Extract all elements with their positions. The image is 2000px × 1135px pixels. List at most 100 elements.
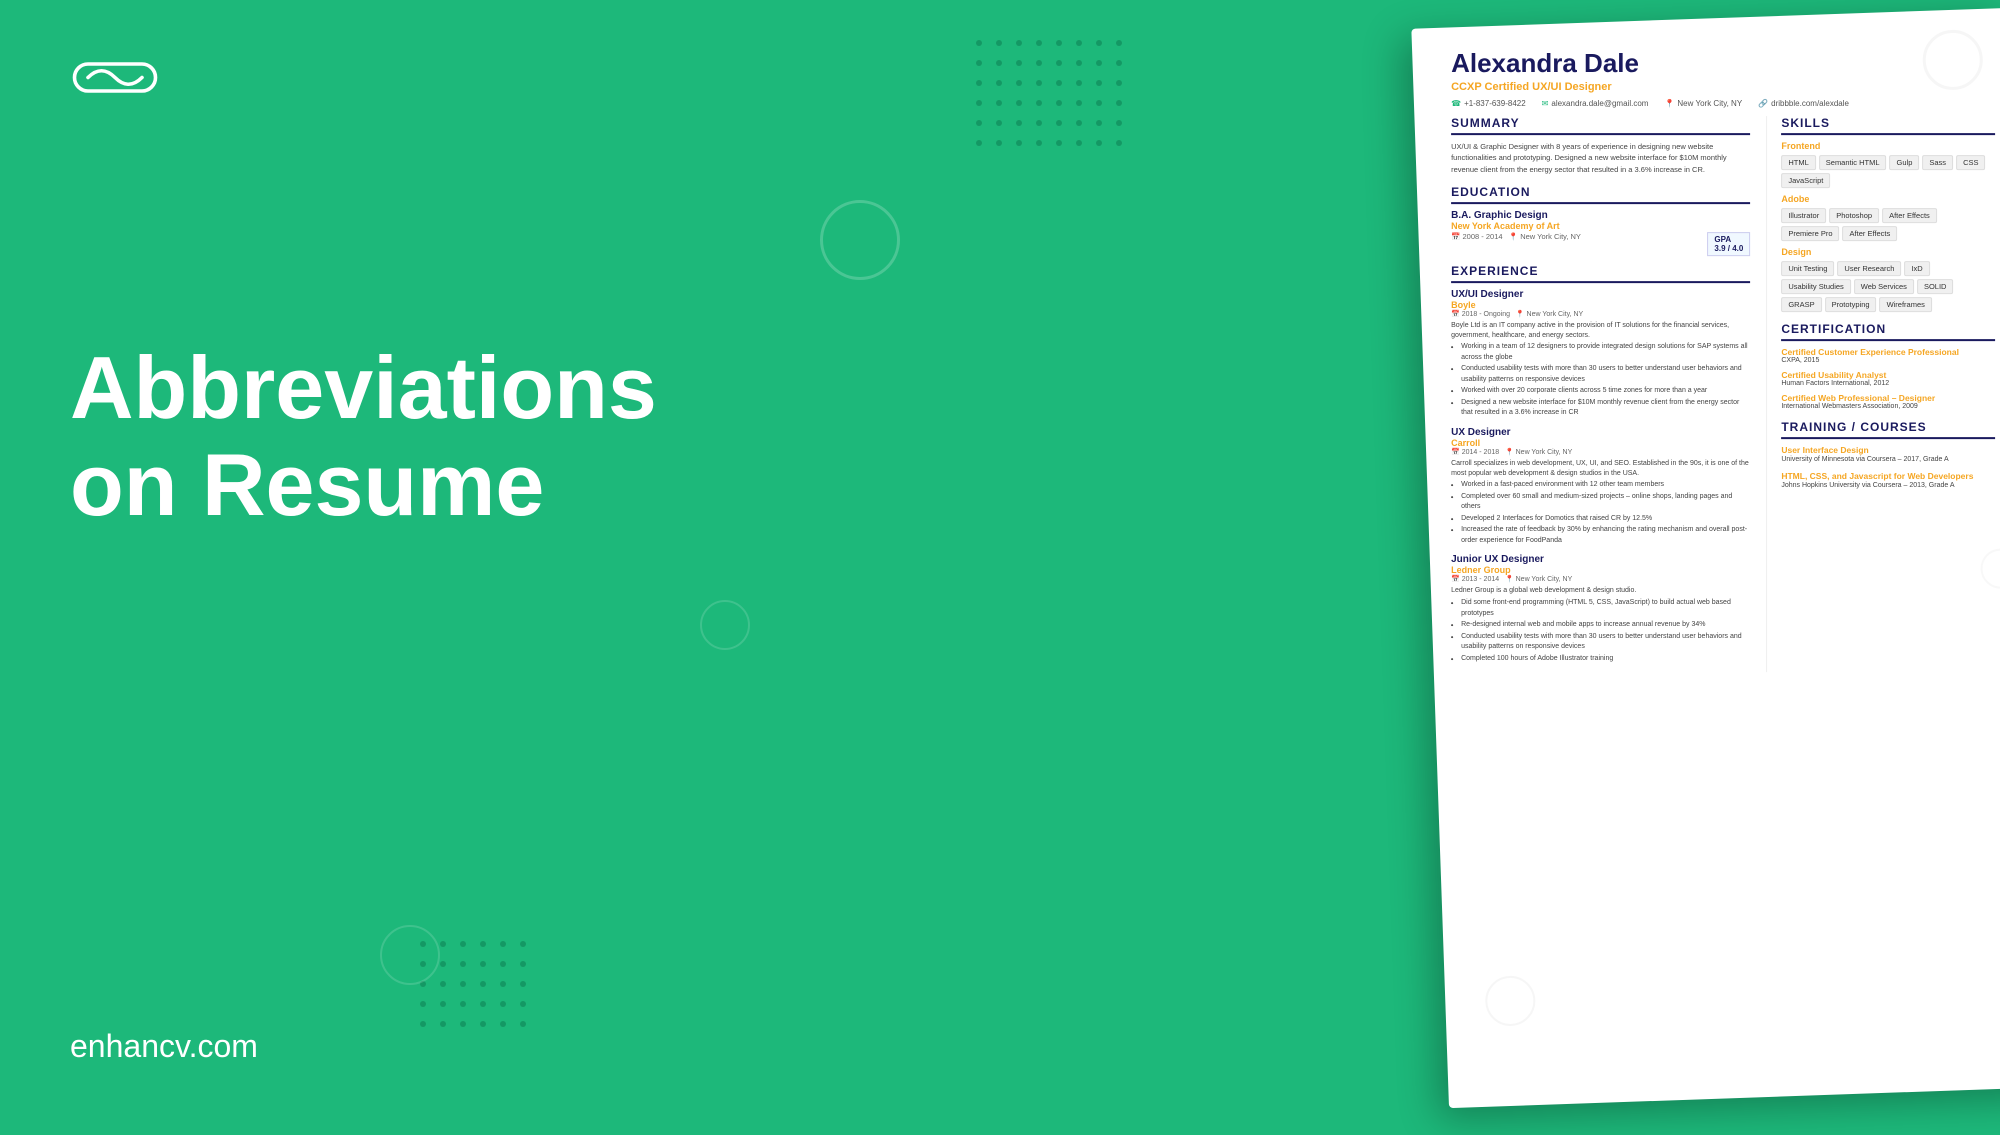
skill-unit-testing: Unit Testing <box>1781 261 1834 276</box>
portfolio: 🔗 dribbble.com/alexdale <box>1758 99 1849 108</box>
location: 📍 New York City, NY <box>1664 99 1742 108</box>
dot <box>1056 100 1062 106</box>
dot <box>1096 100 1102 106</box>
deco-circle-1 <box>820 200 900 280</box>
exp-title-2: Junior UX Designer <box>1451 555 1750 566</box>
dot <box>440 961 446 967</box>
training-name-1: HTML, CSS, and Javascript for Web Develo… <box>1781 471 1995 481</box>
design-tags: Unit Testing User Research IxD Usability… <box>1781 261 1995 312</box>
dot <box>1096 80 1102 86</box>
dot <box>420 1001 426 1007</box>
education-section: EDUCATION B.A. Graphic Design New York A… <box>1451 185 1750 256</box>
skill-web-services: Web Services <box>1854 279 1914 294</box>
cert-meta-0: CXPA, 2015 <box>1781 357 1995 364</box>
cert-meta-2: International Webmasters Association, 20… <box>1781 403 1995 410</box>
dot <box>1076 120 1082 126</box>
exp-entry-0: UX/UI Designer Boyle 📅 2018 - Ongoing 📍 … <box>1451 289 1750 419</box>
skill-gulp: Gulp <box>1890 155 1920 170</box>
resume-right: SKILLS Frontend HTML Semantic HTML Gulp … <box>1766 116 1995 672</box>
cert-name-0: Certified Customer Experience Profession… <box>1781 347 1995 357</box>
dot <box>480 1021 486 1027</box>
training-meta-0: University of Minnesota via Coursera – 2… <box>1781 455 1995 465</box>
dot <box>996 80 1002 86</box>
dot <box>1096 60 1102 66</box>
exp-bullet-0-0: Working in a team of 12 designers to pro… <box>1461 342 1750 363</box>
cert-entry-2: Certified Web Professional – Designer In… <box>1781 393 1995 410</box>
exp-bullet-1-1: Completed over 60 small and medium-sized… <box>1461 492 1750 513</box>
dot <box>1096 140 1102 146</box>
main-heading: Abbreviations on Resume <box>70 340 820 534</box>
exp-meta-0: 📅 2018 - Ongoing 📍 New York City, NY <box>1451 310 1750 318</box>
summary-heading: SUMMARY <box>1451 116 1750 135</box>
dot <box>1116 140 1122 146</box>
cert-meta-1: Human Factors International, 2012 <box>1781 380 1995 387</box>
exp-bullets-0: Working in a team of 12 designers to pro… <box>1451 342 1750 419</box>
dot <box>1036 60 1042 66</box>
dot <box>480 1001 486 1007</box>
exp-bullet-2-3: Completed 100 hours of Adobe Illustrator… <box>1461 654 1750 665</box>
skill-premiere-pro: Premiere Pro <box>1781 226 1839 241</box>
dot <box>996 60 1002 66</box>
dot <box>440 1021 446 1027</box>
dot <box>976 40 982 46</box>
training-section: TRAINING / COURSES User Interface Design… <box>1781 420 1995 491</box>
dot <box>500 1001 506 1007</box>
skill-javascript: JavaScript <box>1781 173 1830 188</box>
dot-pattern-top-right: (function(){ const g = document.querySel… <box>976 40 1130 154</box>
experience-section: EXPERIENCE UX/UI Designer Boyle 📅 2018 -… <box>1451 264 1750 664</box>
skill-solid: SOLID <box>1917 279 1954 294</box>
dot <box>1116 80 1122 86</box>
dot <box>1076 60 1082 66</box>
skill-grasp: GRASP <box>1781 297 1821 312</box>
dot <box>976 140 982 146</box>
dot <box>1056 60 1062 66</box>
dot <box>500 961 506 967</box>
frontend-tags: HTML Semantic HTML Gulp Sass CSS JavaScr… <box>1781 155 1995 188</box>
resume-name: Alexandra Dale <box>1451 48 1995 79</box>
exp-title-1: UX Designer <box>1451 427 1750 438</box>
exp-desc-0: Boyle Ltd is an IT company active in the… <box>1451 321 1750 341</box>
dot <box>996 120 1002 126</box>
dot <box>1056 40 1062 46</box>
edu-entry-0: B.A. Graphic Design New York Academy of … <box>1451 210 1750 256</box>
dot <box>976 60 982 66</box>
skill-css: CSS <box>1956 155 1985 170</box>
edu-school-0: New York Academy of Art <box>1451 221 1750 231</box>
exp-title-0: UX/UI Designer <box>1451 289 1750 300</box>
resume-inner: Alexandra Dale CCXP Certified UX/UI Desi… <box>1451 48 1995 672</box>
exp-bullet-1-2: Developed 2 Interfaces for Domotics that… <box>1461 514 1750 525</box>
certification-heading: CERTIFICATION <box>1781 322 1995 341</box>
dot <box>1076 80 1082 86</box>
dot <box>1056 120 1062 126</box>
skill-ixd: IxD <box>1904 261 1929 276</box>
resume-header: Alexandra Dale CCXP Certified UX/UI Desi… <box>1451 48 1995 108</box>
email: ✉ alexandra.dale@gmail.com <box>1542 99 1649 108</box>
dot <box>976 80 982 86</box>
dot <box>1096 40 1102 46</box>
exp-desc-2: Ledner Group is a global web development… <box>1451 587 1750 597</box>
edu-years-0: 📅 2008 - 2014 📍 New York City, NY <box>1451 232 1581 256</box>
edu-degree-0: B.A. Graphic Design <box>1451 210 1750 221</box>
summary-text: UX/UI & Graphic Designer with 8 years of… <box>1451 141 1750 175</box>
dot <box>480 961 486 967</box>
exp-bullet-2-1: Re-designed internal web and mobile apps… <box>1461 620 1750 631</box>
dot <box>480 981 486 987</box>
training-entry-0: User Interface Design University of Minn… <box>1781 445 1995 465</box>
exp-bullet-0-2: Worked with over 20 corporate clients ac… <box>1461 386 1750 397</box>
exp-bullet-2-2: Conducted usability tests with more than… <box>1461 632 1750 653</box>
dot <box>1036 120 1042 126</box>
dot <box>1116 120 1122 126</box>
skill-user-research: User Research <box>1837 261 1901 276</box>
dot <box>1056 80 1062 86</box>
dot <box>520 981 526 987</box>
dot <box>1076 140 1082 146</box>
dot <box>520 961 526 967</box>
dot <box>1076 100 1082 106</box>
cert-entry-0: Certified Customer Experience Profession… <box>1781 347 1995 364</box>
dot <box>1116 40 1122 46</box>
deco-circle-3 <box>380 925 440 985</box>
skill-illustrator: Illustrator <box>1781 208 1826 223</box>
skill-sass: Sass <box>1922 155 1953 170</box>
resume-title: CCXP Certified UX/UI Designer <box>1451 81 1995 93</box>
dot <box>460 1001 466 1007</box>
